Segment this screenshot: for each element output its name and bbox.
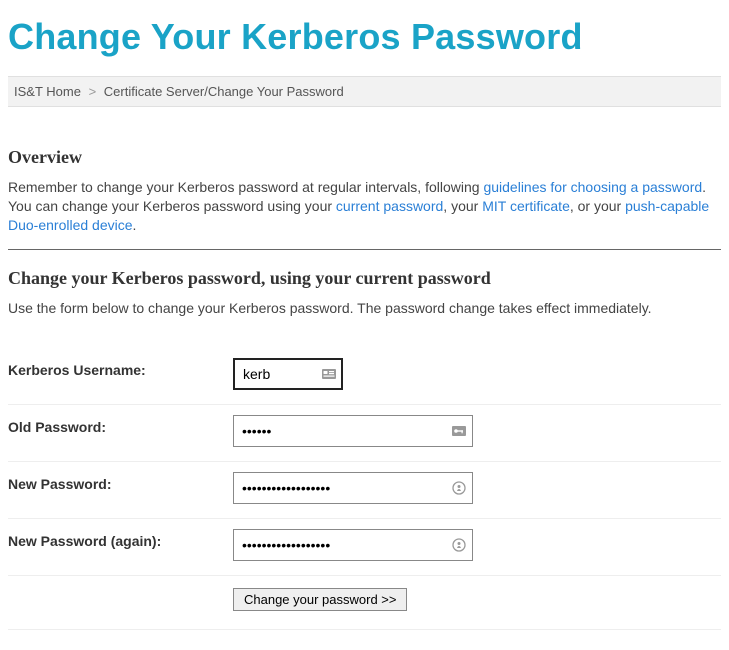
- lock-hint-icon: [451, 480, 467, 496]
- row-username: Kerberos Username:: [8, 348, 721, 405]
- row-new-password: New Password:: [8, 462, 721, 519]
- new-password-again-label: New Password (again):: [8, 529, 233, 549]
- form-section-heading: Change your Kerberos password, using you…: [8, 268, 721, 289]
- breadcrumb-sep: >: [89, 84, 97, 99]
- submit-row: Change your password >>: [8, 576, 721, 630]
- old-password-input[interactable]: [233, 415, 473, 447]
- overview-text: .: [133, 217, 137, 233]
- overview-heading: Overview: [8, 147, 721, 168]
- new-password-again-input[interactable]: [233, 529, 473, 561]
- overview-text: , or your: [570, 198, 625, 214]
- form-section-desc: Use the form below to change your Kerber…: [8, 299, 721, 318]
- new-password-input[interactable]: [233, 472, 473, 504]
- old-password-label: Old Password:: [8, 415, 233, 435]
- page-title: Change Your Kerberos Password: [8, 16, 721, 58]
- row-new-password-again: New Password (again):: [8, 519, 721, 576]
- overview-paragraph: Remember to change your Kerberos passwor…: [8, 178, 721, 235]
- submit-button[interactable]: Change your password >>: [233, 588, 407, 611]
- lock-hint-icon: [451, 537, 467, 553]
- mit-certificate-link[interactable]: MIT certificate: [482, 198, 570, 214]
- new-password-label: New Password:: [8, 472, 233, 492]
- username-label: Kerberos Username:: [8, 358, 233, 378]
- divider: [8, 249, 721, 250]
- breadcrumb-path: Certificate Server/Change Your Password: [104, 84, 344, 99]
- current-password-link[interactable]: current password: [336, 198, 443, 214]
- contact-card-icon: [321, 366, 337, 382]
- overview-text: , your: [443, 198, 482, 214]
- breadcrumb-home[interactable]: IS&T Home: [14, 84, 81, 99]
- guidelines-link[interactable]: guidelines for choosing a password: [483, 179, 702, 195]
- row-old-password: Old Password:: [8, 405, 721, 462]
- breadcrumb: IS&T Home > Certificate Server/Change Yo…: [8, 76, 721, 107]
- overview-text: Remember to change your Kerberos passwor…: [8, 179, 483, 195]
- key-icon: [451, 423, 467, 439]
